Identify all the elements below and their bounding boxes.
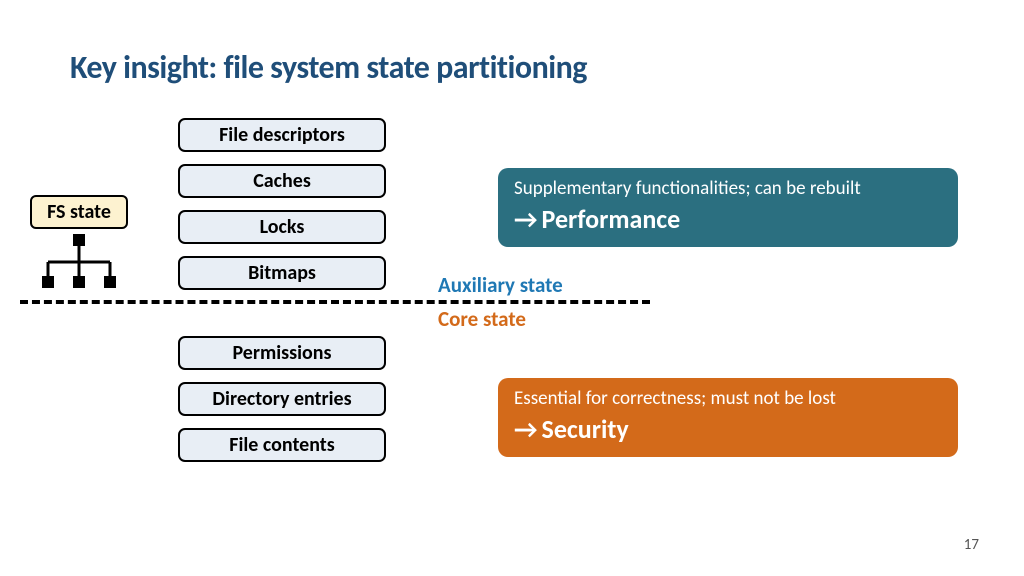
state-column: File descriptors Caches Locks Bitmaps Pe… [178, 118, 386, 474]
slide-title: Key insight: file system state partition… [70, 48, 587, 87]
arrow-right-icon: → [514, 413, 538, 445]
auxiliary-state-label: Auxiliary state [438, 272, 563, 298]
callout-security-main: →Security [514, 413, 942, 445]
state-box-caches: Caches [178, 164, 386, 198]
callout-performance-desc: Supplementary functionalities; can be re… [514, 178, 942, 201]
state-box-permissions: Permissions [178, 336, 386, 370]
state-box-file-descriptors: File descriptors [178, 118, 386, 152]
state-box-bitmaps: Bitmaps [178, 256, 386, 290]
callout-performance-main: →Performance [514, 203, 942, 235]
callout-security: Essential for correctness; must not be l… [498, 378, 958, 457]
page-number: 17 [964, 536, 979, 554]
arrow-right-icon: → [514, 203, 538, 235]
state-box-file-contents: File contents [178, 428, 386, 462]
core-state-label: Core state [438, 306, 526, 332]
callout-performance-keyword: Performance [542, 203, 681, 235]
callout-security-keyword: Security [542, 413, 629, 445]
callout-performance: Supplementary functionalities; can be re… [498, 168, 958, 247]
state-box-locks: Locks [178, 210, 386, 244]
hierarchy-icon [38, 232, 120, 292]
partition-divider [20, 300, 650, 304]
callout-security-desc: Essential for correctness; must not be l… [514, 388, 942, 411]
fs-state-box: FS state [30, 195, 128, 229]
state-box-directory-entries: Directory entries [178, 382, 386, 416]
